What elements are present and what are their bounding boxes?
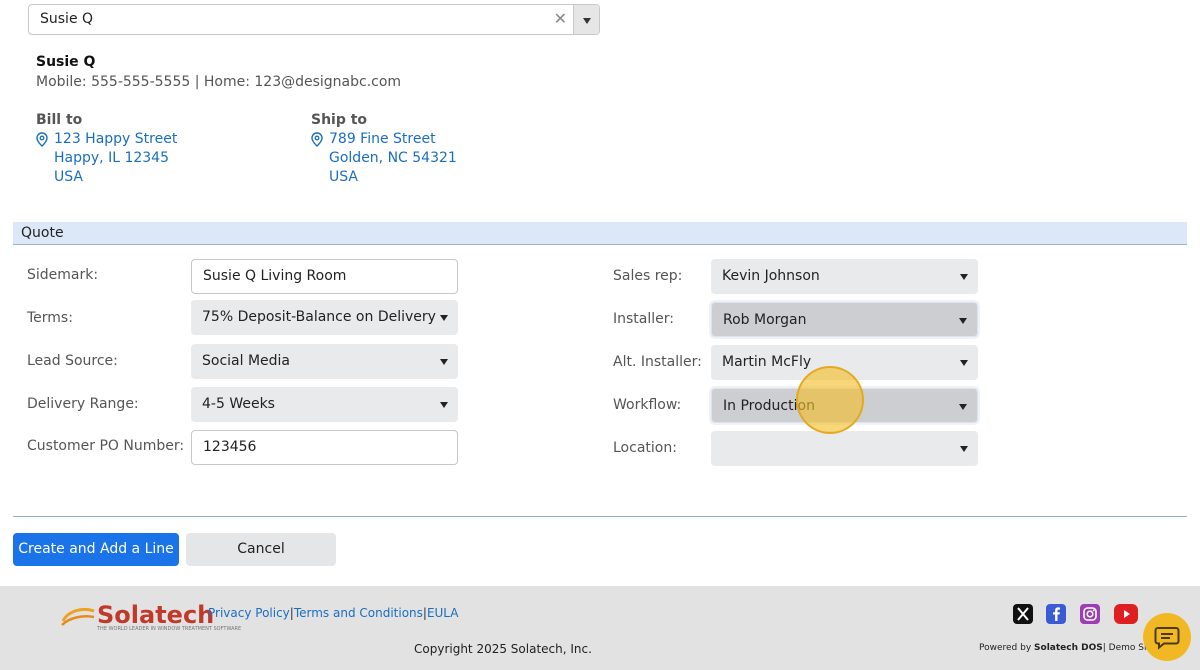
create-and-add-line-button[interactable]: Create and Add a Line xyxy=(13,533,179,566)
bill-to-link[interactable]: 123 Happy Street Happy, IL 12345 USA xyxy=(36,130,177,187)
sun-swirl-icon xyxy=(61,607,95,626)
ship-to-line1: 789 Fine Street xyxy=(329,131,436,147)
customer-dropdown-toggle[interactable] xyxy=(573,5,599,34)
bill-to-line3: USA xyxy=(54,169,83,185)
chevron-down-icon xyxy=(960,274,968,280)
chevron-down-icon xyxy=(440,359,448,365)
alt-installer-value: Martin McFly xyxy=(722,354,812,370)
terms-value: 75% Deposit-Balance on Delivery xyxy=(202,309,436,325)
logo-text: Solatech xyxy=(97,601,215,629)
lead-source-label: Lead Source: xyxy=(27,353,118,369)
youtube-icon[interactable] xyxy=(1114,604,1138,624)
click-indicator xyxy=(796,366,864,434)
terms-select[interactable]: 75% Deposit-Balance on Delivery xyxy=(191,300,458,335)
quote-section-header: Quote xyxy=(13,222,1187,245)
customer-select[interactable]: Susie Q ✕ xyxy=(28,4,600,35)
logo-tagline: THE WORLD LEADER IN WINDOW TREATMENT SOF… xyxy=(97,626,242,632)
form-divider xyxy=(13,516,1187,517)
lead-source-value: Social Media xyxy=(202,353,291,369)
chevron-down-icon xyxy=(960,360,968,366)
customer-contact: Mobile: 555-555-5555 | Home: 123@designa… xyxy=(36,74,402,90)
instagram-icon[interactable] xyxy=(1080,604,1100,624)
delivery-range-value: 4-5 Weeks xyxy=(202,396,275,412)
sidemark-input[interactable]: Susie Q Living Room xyxy=(191,259,458,294)
installer-value: Rob Morgan xyxy=(723,312,807,328)
location-select[interactable] xyxy=(711,431,978,466)
copyright: Copyright 2025 Solatech, Inc. xyxy=(414,642,592,656)
chevron-down-icon xyxy=(960,446,968,452)
ship-to-line3: USA xyxy=(329,169,358,185)
ship-to-link[interactable]: 789 Fine Street Golden, NC 54321 USA xyxy=(311,130,457,187)
ship-to-title: Ship to xyxy=(311,112,368,128)
bill-to-title: Bill to xyxy=(36,112,83,128)
delivery-range-select[interactable]: 4-5 Weeks xyxy=(191,387,458,422)
bill-to-line2: Happy, IL 12345 xyxy=(54,150,169,166)
page-footer: Solatech THE WORLD LEADER IN WINDOW TREA… xyxy=(0,586,1200,670)
solatech-logo: Solatech THE WORLD LEADER IN WINDOW TREA… xyxy=(60,601,241,633)
privacy-policy-link[interactable]: Privacy Policy xyxy=(208,606,290,620)
lead-source-select[interactable]: Social Media xyxy=(191,344,458,379)
customer-select-value: Susie Q xyxy=(40,11,94,27)
eula-link[interactable]: EULA xyxy=(427,606,459,620)
ship-to-address: Ship to 789 Fine Street Golden, NC 54321… xyxy=(311,112,457,187)
workflow-label: Workflow: xyxy=(613,397,682,413)
facebook-icon[interactable] xyxy=(1046,604,1066,624)
map-pin-icon xyxy=(311,132,323,147)
alt-installer-label: Alt. Installer: xyxy=(613,354,702,370)
sales-rep-select[interactable]: Kevin Johnson xyxy=(711,259,978,294)
chevron-down-icon xyxy=(959,404,967,410)
footer-links: Privacy Policy|Terms and Conditions|EULA xyxy=(208,606,459,620)
sidemark-label: Sidemark: xyxy=(27,267,99,283)
chevron-down-icon xyxy=(959,318,967,324)
sales-rep-label: Sales rep: xyxy=(613,268,683,284)
customer-name: Susie Q xyxy=(36,54,96,70)
bill-to-address: Bill to 123 Happy Street Happy, IL 12345… xyxy=(36,112,177,187)
chevron-down-icon xyxy=(440,315,448,321)
bill-to-line1: 123 Happy Street xyxy=(54,131,178,147)
clear-icon[interactable]: ✕ xyxy=(554,9,567,28)
powered-prefix: Powered by xyxy=(979,643,1035,653)
ship-to-line2: Golden, NC 54321 xyxy=(329,150,457,166)
x-icon[interactable] xyxy=(1013,604,1033,624)
terms-link[interactable]: Terms and Conditions xyxy=(294,606,423,620)
installer-select[interactable]: Rob Morgan xyxy=(711,302,978,337)
location-label: Location: xyxy=(613,440,677,456)
powered-by: Powered by Solatech DOS| Demo Site xyxy=(979,643,1156,653)
customer-po-label: Customer PO Number: xyxy=(27,438,185,454)
powered-brand: Solatech DOS xyxy=(1034,643,1103,653)
delivery-range-label: Delivery Range: xyxy=(27,396,139,412)
customer-po-input[interactable]: 123456 xyxy=(191,430,458,465)
chevron-down-icon xyxy=(440,402,448,408)
map-pin-icon xyxy=(36,132,48,147)
sales-rep-value: Kevin Johnson xyxy=(722,268,820,284)
chat-button[interactable] xyxy=(1143,613,1191,661)
terms-label: Terms: xyxy=(27,310,73,326)
quote-section-title: Quote xyxy=(21,225,64,241)
chat-icon xyxy=(1154,627,1180,650)
chevron-down-icon xyxy=(583,18,591,24)
installer-label: Installer: xyxy=(613,311,674,327)
cancel-button[interactable]: Cancel xyxy=(186,533,336,566)
